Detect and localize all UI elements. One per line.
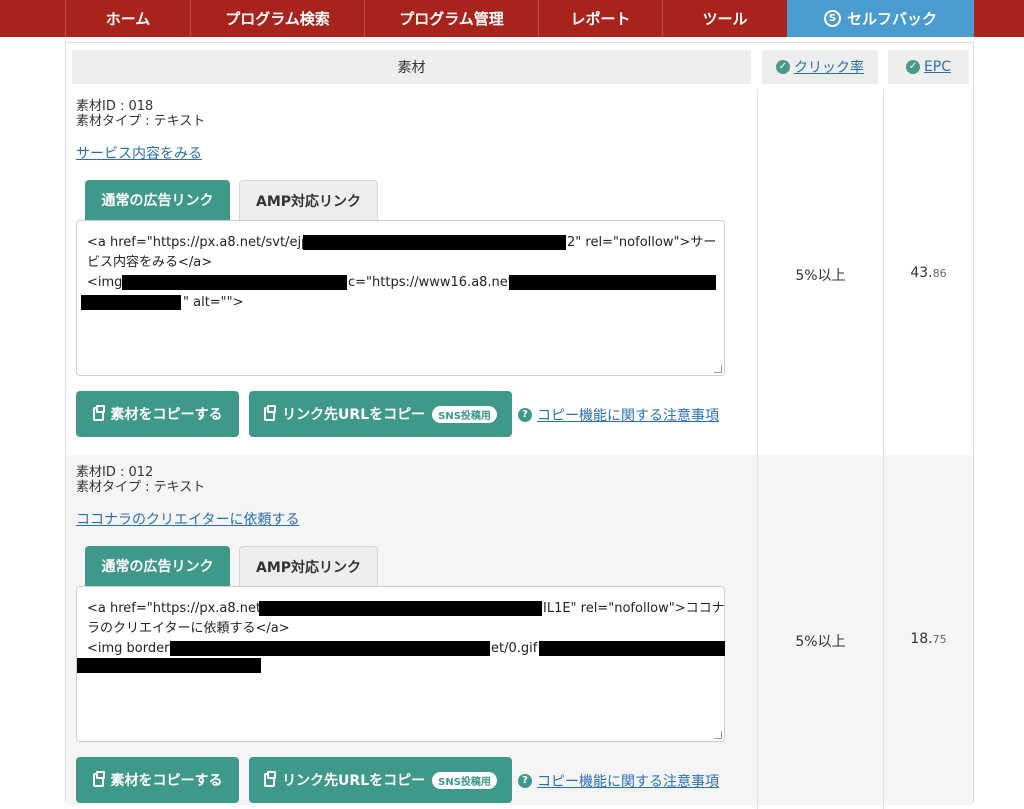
copy-notice-label: コピー機能に関する注意事項 [537,408,719,424]
epc-int: 43. [910,265,933,281]
column-header-epc[interactable]: ✓ EPC [888,50,969,84]
redaction-bar [259,601,542,616]
copy-material-label: 素材をコピーする [110,407,223,423]
clipboard-icon [264,405,277,421]
copy-notice-link[interactable]: ? コピー機能に関する注意事項 [518,771,719,791]
service-detail-link[interactable]: ココナラのクリエイターに依頼する [76,509,299,529]
clipboard-icon [264,771,277,787]
clipboard-icon [92,771,105,787]
click-rate-value: 5%以上 [795,268,846,284]
tab-amp-link[interactable]: AMP対応リンク [239,180,378,220]
code-line: <a href="https://px.a8.net/ [87,601,266,616]
epc-dec: 86 [932,267,947,280]
table-row: 素材ID : 012 素材タイプ : テキスト ココナラのクリエイターに依頼する… [66,455,973,805]
redaction-bar [170,641,490,656]
code-line: IL1E" rel="nofollow">ココナ [543,601,725,616]
tab-amp-link[interactable]: AMP対応リンク [239,546,378,586]
redaction-bar [81,295,181,310]
code-line: ビス内容をみる</a> [87,255,213,270]
nav-program-manage[interactable]: プログラム管理 [364,0,538,37]
epc-value: 43.86 [884,265,973,281]
tab-normal-link[interactable]: 通常の広告リンク [85,180,230,220]
sns-badge: SNS投稿用 [432,771,497,789]
nav-tools[interactable]: ツール [662,0,787,37]
check-circle-icon: ✓ [905,60,920,74]
sns-badge: SNS投稿用 [432,405,497,423]
code-line: <a href="https://px.a8.net/svt/ejp [87,235,310,250]
code-line: et/0.gif [491,641,538,656]
epc-value: 18.75 [884,631,973,647]
clipboard-icon [92,405,105,421]
sort-epc-link[interactable]: EPC [924,59,951,75]
nav-selfback[interactable]: S セルフバック [787,0,974,37]
code-line: c="https://www16.a8.net/ [348,275,518,290]
resize-grip-icon[interactable] [714,365,722,373]
nav-program-search[interactable]: プログラム検索 [190,0,364,37]
code-line: " alt=""> [183,295,244,310]
copy-url-label: リンク先URLをコピー [282,407,426,423]
redaction-bar [539,641,725,656]
copy-url-button[interactable]: リンク先URLをコピー SNS投稿用 [249,391,512,437]
top-nav: ホーム プログラム検索 プログラム管理 レポート ツール S セルフバック [0,0,1024,37]
service-detail-link[interactable]: サービス内容をみる [76,143,202,163]
column-divider [757,89,758,809]
sort-click-rate-link[interactable]: クリック率 [794,57,864,77]
column-header-material: 素材 [72,50,751,84]
epc-dec: 75 [932,633,947,646]
check-circle-icon: ✓ [776,60,790,74]
copy-material-button[interactable]: 素材をコピーする [76,391,239,437]
material-meta: 素材ID : 012 素材タイプ : テキスト [76,465,205,495]
material-id: 素材ID : 018 [76,99,154,114]
nav-home[interactable]: ホーム [65,0,190,37]
material-meta: 素材ID : 018 素材タイプ : テキスト [76,99,205,129]
epc-int: 18. [910,631,933,647]
redaction-bar [303,235,566,250]
nav-selfback-label: セルフバック [846,10,937,28]
code-line: <img border= [87,641,181,656]
copy-url-button[interactable]: リンク先URLをコピー SNS投稿用 [249,757,512,803]
column-divider [883,89,884,809]
material-type: 素材タイプ : テキスト [76,114,206,129]
ad-code-textarea[interactable]: <a href="https://px.a8.net/svt/ejp 2" re… [76,220,725,376]
nav-report[interactable]: レポート [538,0,662,37]
click-rate-value: 5%以上 [795,634,846,650]
question-icon: ? [518,774,532,788]
material-table: 素材 ✓ クリック率 ✓ EPC 素材ID : 018 素材タイプ : テキスト… [65,42,974,809]
question-icon: ? [518,408,532,422]
selfback-icon: S [823,10,841,27]
code-line: 2" rel="nofollow">サー [567,235,717,250]
material-id: 素材ID : 012 [76,465,154,480]
copy-notice-link[interactable]: ? コピー機能に関する注意事項 [518,405,719,425]
table-row: 素材ID : 018 素材タイプ : テキスト サービス内容をみる 通常の広告リ… [66,89,973,455]
resize-grip-icon[interactable] [714,731,722,739]
column-header-click-rate[interactable]: ✓ クリック率 [762,50,878,84]
redaction-bar [509,275,716,290]
ad-code-textarea[interactable]: <a href="https://px.a8.net/ IL1E" rel="n… [76,586,725,742]
redaction-bar [122,275,347,290]
redaction-bar [77,658,261,673]
copy-url-label: リンク先URLをコピー [282,773,426,789]
tab-normal-link[interactable]: 通常の広告リンク [85,546,230,586]
copy-notice-label: コピー機能に関する注意事項 [537,774,719,790]
material-type: 素材タイプ : テキスト [76,480,206,495]
copy-material-label: 素材をコピーする [110,773,223,789]
code-line: <img [87,275,123,290]
code-line: ラのクリエイターに依頼する</a> [87,621,290,636]
copy-material-button[interactable]: 素材をコピーする [76,757,239,803]
